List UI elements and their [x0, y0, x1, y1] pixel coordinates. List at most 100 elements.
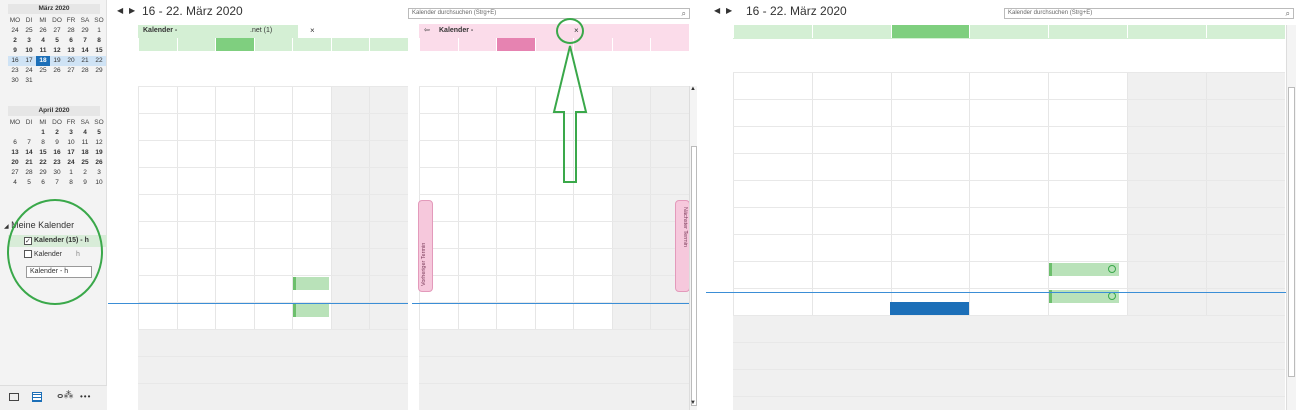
day-header-so[interactable] — [650, 38, 689, 51]
day-header-fr[interactable] — [292, 38, 331, 51]
mini-day[interactable]: 8 — [92, 36, 106, 46]
mini-day[interactable]: 22 — [92, 56, 106, 66]
mini-day[interactable] — [50, 76, 64, 86]
mini-day[interactable] — [64, 76, 78, 86]
day-header-mi[interactable] — [496, 38, 535, 51]
mini-day[interactable]: 1 — [36, 128, 50, 138]
day-header-sa[interactable] — [330, 38, 370, 51]
mini-day[interactable]: 20 — [8, 158, 22, 168]
calendar-event[interactable] — [293, 304, 329, 317]
mini-day[interactable]: 7 — [22, 138, 36, 148]
day-header-di[interactable] — [176, 38, 216, 51]
mini-day[interactable] — [78, 76, 92, 86]
mini-day[interactable]: 12 — [92, 138, 106, 148]
mini-day[interactable]: 8 — [64, 178, 78, 188]
mini-day[interactable]: 13 — [8, 148, 22, 158]
calendar-icon[interactable] — [32, 392, 42, 402]
mini-day[interactable]: 14 — [22, 148, 36, 158]
mini-day[interactable]: 30 — [50, 168, 64, 178]
close-tab-icon[interactable]: × — [310, 26, 315, 35]
mini-day[interactable]: 9 — [50, 138, 64, 148]
mini-day[interactable]: 28 — [64, 26, 78, 36]
mini-day[interactable]: 15 — [92, 46, 106, 56]
day-header-mi[interactable] — [215, 38, 254, 51]
mini-day[interactable]: 10 — [92, 178, 106, 188]
mini-day[interactable]: 26 — [50, 66, 64, 76]
mini-day[interactable]: 27 — [64, 66, 78, 76]
search-input[interactable]: Kalender durchsuchen (Strg+E) ⌕ — [1004, 8, 1294, 19]
mini-day[interactable]: 28 — [78, 66, 92, 76]
mini-day[interactable]: 4 — [8, 178, 22, 188]
mini-day[interactable]: 26 — [36, 26, 50, 36]
mini-day[interactable]: 24 — [22, 66, 36, 76]
mini-day[interactable]: 1 — [92, 26, 106, 36]
day-header-mo[interactable] — [138, 38, 177, 51]
vertical-scrollbar[interactable]: ▲ ▼ — [689, 86, 697, 410]
mini-day[interactable]: 2 — [8, 36, 22, 46]
mini-day[interactable]: 29 — [92, 66, 106, 76]
calendar-event[interactable] — [293, 277, 329, 290]
mini-day[interactable]: 18 — [78, 148, 92, 158]
mini-day[interactable] — [8, 128, 22, 138]
mini-day[interactable]: 7 — [78, 36, 92, 46]
mini-day[interactable]: 4 — [36, 36, 50, 46]
day-header-di[interactable] — [457, 38, 497, 51]
mini-day[interactable]: 7 — [50, 178, 64, 188]
mini-day[interactable]: 10 — [22, 46, 36, 56]
calendar-grid[interactable] — [733, 72, 1285, 410]
mini-day[interactable]: 5 — [92, 128, 106, 138]
mini-day[interactable]: 17 — [22, 56, 36, 66]
day-header-donnerstag[interactable] — [969, 25, 1048, 38]
mini-day[interactable]: 2 — [50, 128, 64, 138]
mini-day[interactable]: 5 — [50, 36, 64, 46]
mini-day[interactable]: 28 — [22, 168, 36, 178]
mini-day[interactable]: 16 — [8, 56, 22, 66]
calendar-event[interactable] — [1049, 263, 1120, 276]
mini-day[interactable]: 3 — [22, 36, 36, 46]
overlay-arrow-icon[interactable]: ⇦ — [424, 26, 430, 34]
mini-day[interactable]: 24 — [8, 26, 22, 36]
mini-day[interactable]: 9 — [8, 46, 22, 56]
mini-day[interactable]: 19 — [92, 148, 106, 158]
mini-day[interactable]: 2 — [78, 168, 92, 178]
mini-day[interactable]: 15 — [36, 148, 50, 158]
search-input[interactable]: Kalender durchsuchen (Strg+E) ⌕ — [408, 8, 690, 19]
day-header-samstag[interactable] — [1127, 25, 1206, 38]
scroll-thumb[interactable] — [691, 146, 697, 406]
prev-week-icon[interactable]: ◀ — [117, 6, 123, 15]
mini-day[interactable]: 25 — [78, 158, 92, 168]
people-icon[interactable]: ⴰ⁂ — [57, 390, 73, 401]
mini-day[interactable]: 26 — [92, 158, 106, 168]
mini-day[interactable]: 3 — [64, 128, 78, 138]
mini-day[interactable]: 13 — [64, 46, 78, 56]
mini-day[interactable]: 18 — [36, 56, 50, 66]
mini-day[interactable]: 31 — [22, 76, 36, 86]
mini-cal-march-title[interactable]: März 2020 — [8, 4, 100, 14]
calendar-grid[interactable] — [138, 86, 408, 410]
mini-day[interactable]: 4 — [78, 128, 92, 138]
day-header-montag[interactable] — [733, 25, 812, 38]
mini-day[interactable]: 16 — [50, 148, 64, 158]
day-header-sonntag[interactable] — [1205, 25, 1285, 38]
mini-day[interactable]: 29 — [36, 168, 50, 178]
mini-day[interactable]: 23 — [50, 158, 64, 168]
tab-shared-calendar[interactable]: Kalender - .net (1) × — [138, 25, 315, 38]
search-icon[interactable]: ⌕ — [682, 9, 686, 18]
mini-day[interactable]: 3 — [92, 168, 106, 178]
mini-day[interactable]: 6 — [36, 178, 50, 188]
day-header-do[interactable] — [253, 38, 293, 51]
mini-cal-april-title[interactable]: April 2020 — [8, 106, 100, 116]
mini-day[interactable]: 29 — [78, 26, 92, 36]
mini-day[interactable]: 24 — [64, 158, 78, 168]
prev-week-icon[interactable]: ◀ — [714, 6, 720, 15]
scroll-up-icon[interactable]: ▲ — [690, 86, 696, 92]
selected-time-slot[interactable] — [890, 302, 969, 315]
day-header-sa[interactable] — [611, 38, 651, 51]
mini-day[interactable]: 10 — [64, 138, 78, 148]
mini-day[interactable]: 27 — [8, 168, 22, 178]
mini-day[interactable]: 22 — [36, 158, 50, 168]
mini-day[interactable] — [22, 128, 36, 138]
mini-day[interactable]: 30 — [8, 76, 22, 86]
more-icon[interactable]: ••• — [80, 392, 91, 401]
mini-day[interactable]: 23 — [8, 66, 22, 76]
